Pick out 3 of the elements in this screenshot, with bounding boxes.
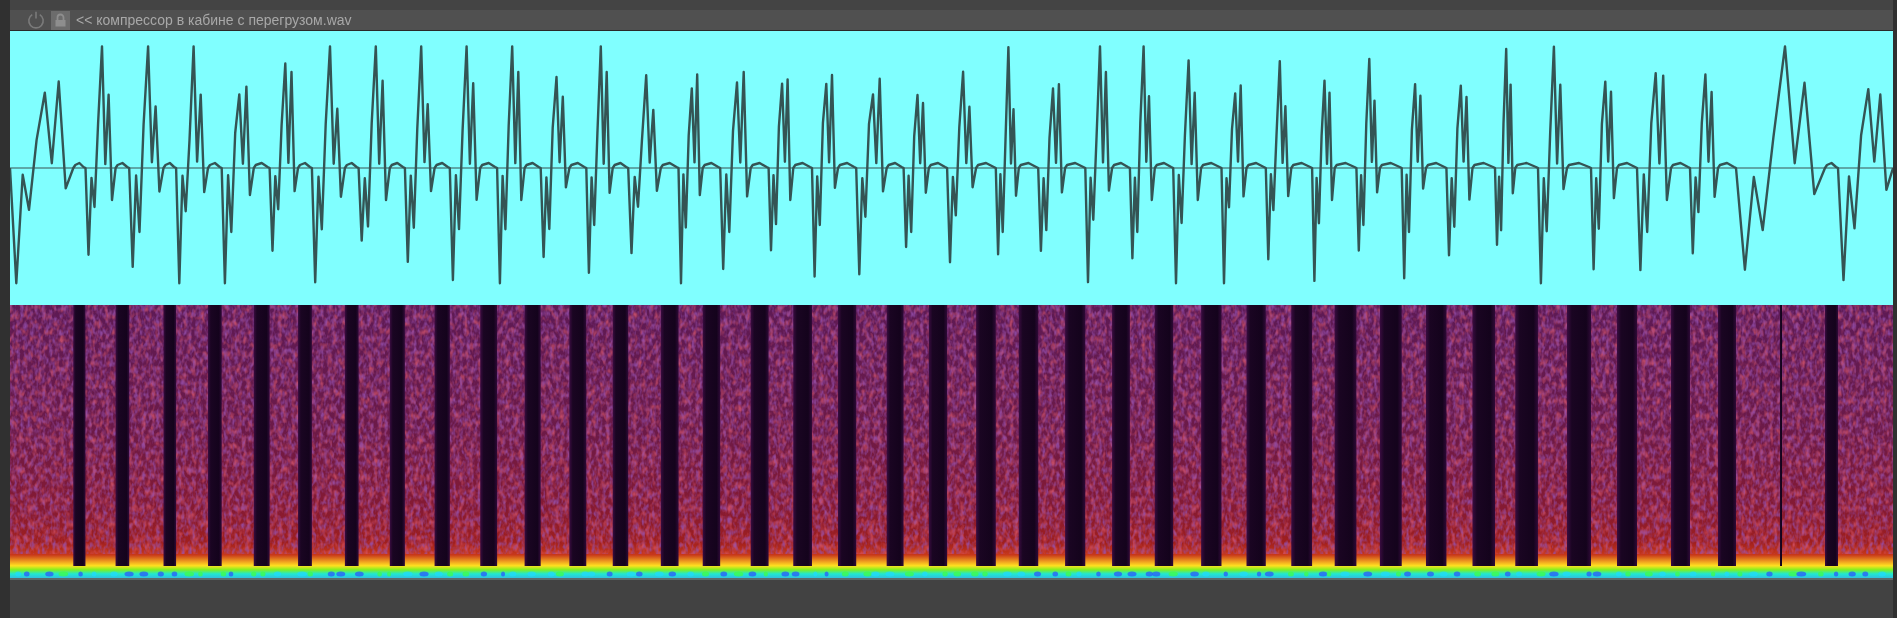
lock-icon[interactable] xyxy=(51,10,70,30)
track-title: << компрессор в кабине с перегрузом.wav xyxy=(76,13,352,27)
power-icon[interactable] xyxy=(27,11,45,29)
